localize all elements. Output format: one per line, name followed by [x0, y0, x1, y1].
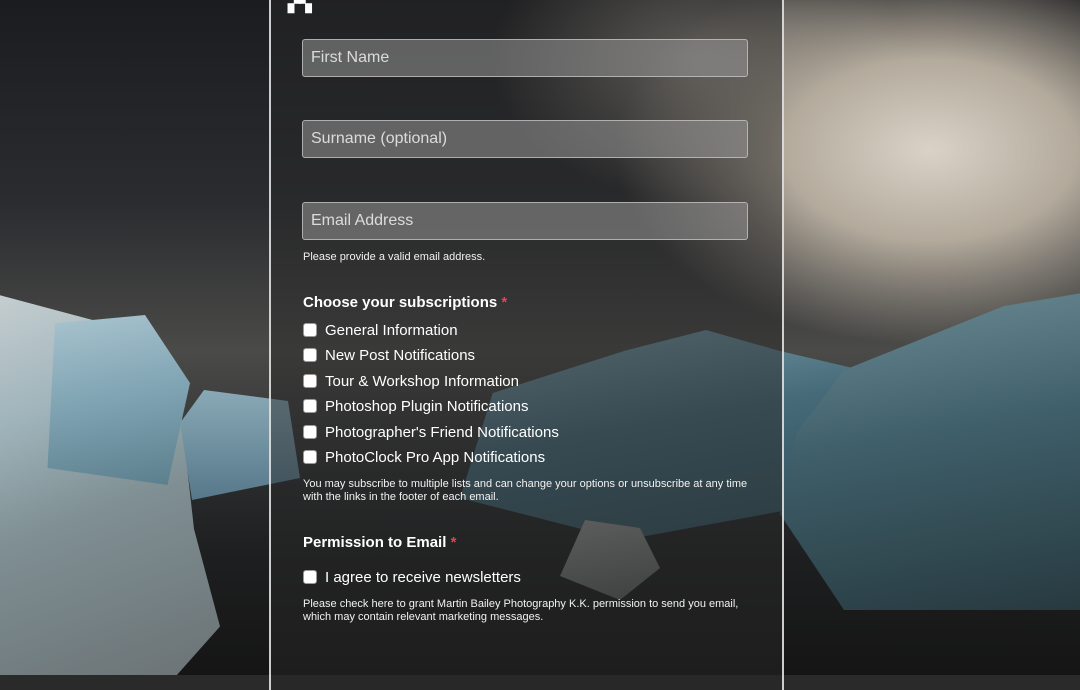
checkbox[interactable] — [303, 323, 317, 337]
required-marker: * — [450, 534, 457, 551]
first-name-input[interactable] — [302, 39, 748, 77]
subscription-option-general[interactable]: General Information — [303, 320, 458, 340]
checkbox-label: New Post Notifications — [325, 346, 476, 364]
subscriptions-title: Choose your subscriptions — [303, 294, 498, 311]
checkbox[interactable] — [303, 425, 317, 439]
subscriptions-note: You may subscribe to multiple lists and … — [303, 478, 748, 503]
subscription-option-new-post[interactable]: New Post Notifications — [303, 345, 475, 365]
checkbox-label: Photographer's Friend Notifications — [325, 423, 559, 441]
subscription-option-photographers-friend[interactable]: Photographer's Friend Notifications — [303, 422, 559, 442]
permission-heading: Permission to Email * — [303, 534, 456, 551]
checkbox-label: Tour & Workshop Information — [325, 372, 519, 390]
subscription-option-tour-workshop[interactable]: Tour & Workshop Information — [303, 371, 519, 391]
checkbox[interactable] — [303, 348, 317, 362]
permission-title: Permission to Email — [303, 534, 447, 551]
email-helper-text: Please provide a valid email address. — [303, 251, 486, 263]
checkbox-label: PhotoClock Pro App Notifications — [325, 448, 546, 466]
checkbox-label: Photoshop Plugin Notifications — [325, 397, 529, 415]
permission-agree-option[interactable]: I agree to receive newsletters — [303, 567, 521, 587]
subscription-option-photoclock-pro[interactable]: PhotoClock Pro App Notifications — [303, 447, 545, 467]
surname-input[interactable] — [302, 120, 748, 158]
permission-note: Please check here to grant Martin Bailey… — [303, 598, 739, 623]
email-input[interactable] — [302, 202, 748, 240]
required-marker: * — [501, 294, 508, 311]
checkbox-label: General Information — [325, 321, 458, 339]
checkbox-label: I agree to receive newsletters — [325, 568, 521, 586]
checkbox[interactable] — [303, 450, 317, 464]
checkbox[interactable] — [303, 399, 317, 413]
checkbox[interactable] — [303, 570, 317, 584]
subscription-option-photoshop-plugin[interactable]: Photoshop Plugin Notifications — [303, 396, 528, 416]
logo-icon: ▞▚ — [288, 0, 312, 13]
checkbox[interactable] — [303, 374, 317, 388]
subscriptions-heading: Choose your subscriptions * — [303, 294, 507, 311]
